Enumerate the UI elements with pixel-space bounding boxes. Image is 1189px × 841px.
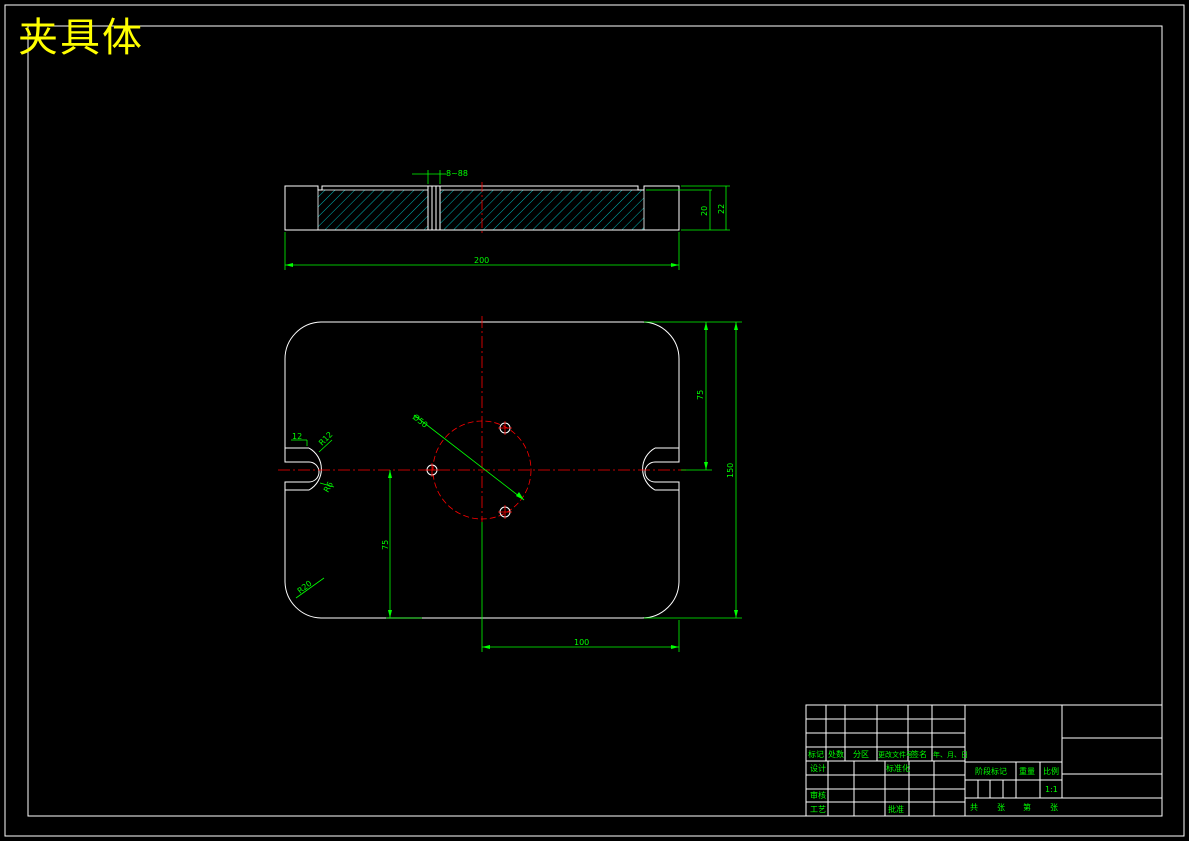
tb-header-change-doc: 更改文件号 <box>878 750 913 759</box>
dim-height-22: 22 <box>717 204 726 214</box>
tb-design: 设计 <box>810 763 826 773</box>
dim-total-height: 150 <box>726 463 735 478</box>
tb-header-date: 年、月、日 <box>933 750 968 759</box>
dim-half-width: 100 <box>574 638 589 647</box>
tb-process: 工艺 <box>810 805 826 814</box>
tb-stage-label: 阶段标记 <box>975 766 1007 776</box>
dim-slot-r6: R6 <box>322 480 335 494</box>
dim-slot-r12: R12 <box>317 430 335 448</box>
dim-height-20: 20 <box>700 206 709 216</box>
dim-slot-12: 12 <box>292 432 302 441</box>
title-block <box>805 704 1163 817</box>
tb-sheets-unit1: 张 <box>997 803 1005 812</box>
tb-check: 审核 <box>810 790 826 800</box>
drawing-title: 夹具体 <box>18 15 144 61</box>
dim-corner-r20: R20 <box>296 579 314 596</box>
outer-border <box>4 4 1185 837</box>
tb-header-sign: 签名 <box>911 749 927 759</box>
dim-slot-top: 8~88 <box>446 169 468 178</box>
tb-header-count: 处数 <box>828 749 844 759</box>
inner-frame <box>27 25 1163 817</box>
tb-standard: 标准化 <box>886 763 910 773</box>
tb-header-zone: 分区 <box>853 750 869 759</box>
section-view <box>284 170 730 270</box>
tb-scale-value: 1:1 <box>1045 785 1058 794</box>
tb-sheets-nth: 第 <box>1023 802 1031 812</box>
tb-approve: 批准 <box>888 804 904 814</box>
tb-scale-label: 比例 <box>1043 766 1059 776</box>
tb-sheets-total: 共 <box>970 803 978 812</box>
tb-weight-label: 重量 <box>1019 766 1035 776</box>
dim-half-height-top: 75 <box>696 390 705 400</box>
dim-length-200: 200 <box>474 256 489 265</box>
drawing-sheet: 8~88 200 20 22 12 R12 R6 Ø50 R20 75 150 … <box>4 4 1185 837</box>
dim-circle-dia: Ø50 <box>411 412 430 430</box>
tb-header-mark: 标记 <box>808 749 824 759</box>
plan-view <box>278 316 742 652</box>
dim-half-height-bottom: 75 <box>381 540 390 550</box>
tb-sheets-unit2: 张 <box>1050 803 1058 812</box>
